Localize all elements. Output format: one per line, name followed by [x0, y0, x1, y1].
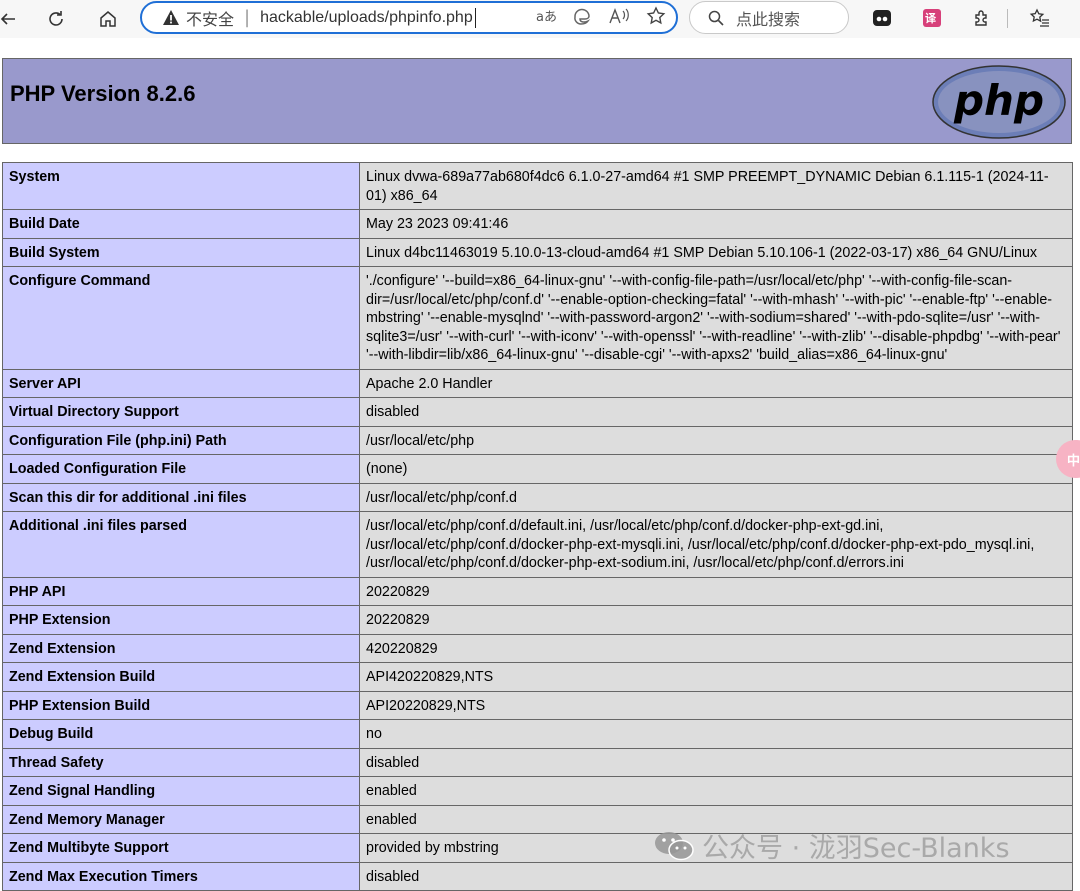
row-value: (none) [359, 454, 1073, 484]
refresh-icon[interactable] [42, 5, 70, 33]
side-tab-label: 中 [1067, 453, 1080, 469]
row-key: Build Date [2, 209, 360, 239]
row-key: Zend Max Execution Timers [2, 861, 360, 891]
search-icon [708, 10, 724, 26]
back-arrow-icon[interactable] [0, 5, 22, 33]
table-row: Configuration File (php.ini) Path/usr/lo… [2, 425, 1073, 455]
row-key: Server API [2, 368, 360, 398]
table-row: System Linux dvwa-689a77ab680f4dc6 6.1.0-… [2, 162, 1073, 210]
row-key: PHP API [2, 576, 360, 606]
row-value: Linux dvwa-689a77ab680f4dc6 6.1.0-27-amd… [359, 162, 1073, 210]
row-key: Zend Multibyte Support [2, 833, 360, 863]
row-value: 20220829 [359, 576, 1073, 606]
extension-mask-icon[interactable] [870, 6, 894, 30]
wechat-icon [655, 831, 694, 860]
row-value: 20220829 [359, 605, 1073, 635]
php-header-bar: PHP Version 8.2.6 php [2, 58, 1072, 144]
row-key: Zend Signal Handling [2, 776, 360, 806]
table-row: PHP Extension 20220829 [2, 605, 1073, 635]
row-key: Additional .ini files parsed [2, 511, 360, 578]
browser-toolbar: 不安全 | hackable/uploads/phpinfo.php aあ 点此… [0, 0, 1080, 38]
favorite-star-icon[interactable] [646, 5, 666, 30]
row-value: /usr/local/etc/php [359, 425, 1073, 455]
row-key: Loaded Configuration File [2, 454, 360, 484]
table-row: Virtual Directory Support disabled [2, 397, 1073, 427]
row-value: Apache 2.0 Handler [359, 368, 1073, 398]
row-value: './configure' '--build=x86_64-linux-gnu'… [359, 266, 1073, 370]
php-logo[interactable]: php [931, 64, 1067, 144]
table-row: Zend Extension Build API420220829,NTS [2, 662, 1073, 692]
row-key: Scan this dir for additional .ini files [2, 482, 360, 512]
read-aloud-icon[interactable]: aあ [536, 8, 557, 28]
row-value: enabled [359, 776, 1073, 806]
table-row: Zend Extension 420220829 [2, 633, 1073, 663]
row-value: Linux d4bc11463019 5.10.0-13-cloud-amd64… [359, 237, 1073, 267]
table-row: PHP API 20220829 [2, 576, 1073, 606]
row-value: no [359, 719, 1073, 749]
row-key: Build System [2, 237, 360, 267]
php-logo-text: php [953, 76, 1044, 125]
table-row: Build System Linux d4bc11463019 5.10.0-13… [2, 237, 1073, 267]
table-row: Configure Command './configure' '--build=… [2, 266, 1073, 370]
home-icon[interactable] [94, 5, 122, 33]
row-key: Configure Command [2, 266, 360, 370]
row-value: May 23 2023 09:41:46 [359, 209, 1073, 239]
translate-icon[interactable]: 译 [920, 6, 944, 30]
warning-icon[interactable] [162, 9, 180, 27]
table-row: Loaded Configuration File (none) [2, 454, 1073, 484]
table-row: Scan this dir for additional .ini files /… [2, 482, 1073, 512]
row-key: Zend Extension [2, 633, 360, 663]
toolbar-divider [1007, 9, 1008, 28]
table-row: Zend Signal Handling enabled [2, 776, 1073, 806]
svg-text:aあ: aあ [536, 10, 556, 24]
watermark-text: 公众号 · 泷羽Sec-Blanks [702, 833, 1010, 864]
edge-icon[interactable] [572, 6, 592, 30]
row-key: Zend Memory Manager [2, 804, 360, 834]
address-separator: | [244, 7, 251, 28]
favorites-list-icon[interactable] [1028, 6, 1052, 30]
table-row: Server API Apache 2.0 Handler [2, 368, 1073, 398]
table-row: PHP Extension Build API20220829,NTS [2, 690, 1073, 720]
table-row: Debug Build no [2, 719, 1073, 749]
table-row: Thread Safety disabled [2, 747, 1073, 777]
table-row: Additional .ini files parsed/usr/local/e… [2, 511, 1073, 578]
svg-text:译: 译 [925, 12, 937, 25]
row-value: 420220829 [359, 633, 1073, 663]
extensions-icon[interactable] [970, 6, 994, 30]
watermark: 公众号 · 泷羽Sec-Blanks [652, 826, 1010, 865]
row-key: Zend Extension Build [2, 662, 360, 692]
row-key: PHP Extension [2, 605, 360, 635]
url-text[interactable]: hackable/uploads/phpinfo.php [260, 9, 473, 27]
text-caret [474, 7, 476, 28]
search-box[interactable]: 点此搜索 [689, 1, 849, 34]
row-value: API420220829,NTS [359, 662, 1073, 692]
row-key: Debug Build [2, 719, 360, 749]
table-row: Zend Max Execution Timers disabled [2, 861, 1073, 891]
address-actions: aあ [536, 3, 666, 32]
address-bar[interactable]: 不安全 | hackable/uploads/phpinfo.php aあ [140, 1, 678, 34]
row-key: Virtual Directory Support [2, 397, 360, 427]
row-value: disabled [359, 397, 1073, 427]
insecure-label[interactable]: 不安全 [186, 6, 234, 30]
search-placeholder[interactable]: 点此搜索 [736, 6, 800, 30]
row-value: /usr/local/etc/php/conf.d/default.ini, /… [359, 511, 1073, 578]
row-key: Configuration File (php.ini) Path [2, 425, 360, 455]
row-key: Thread Safety [2, 747, 360, 777]
table-row: Build Date May 23 2023 09:41:46 [2, 209, 1073, 239]
row-key: System [2, 162, 360, 210]
row-value: disabled [359, 861, 1073, 891]
page-title: PHP Version 8.2.6 [10, 81, 196, 106]
row-value: API20220829,NTS [359, 690, 1073, 720]
text-size-icon[interactable] [608, 7, 630, 29]
row-value: disabled [359, 747, 1073, 777]
row-key: PHP Extension Build [2, 690, 360, 720]
php-info-table: System Linux dvwa-689a77ab680f4dc6 6.1.0-… [2, 162, 1073, 891]
row-value: /usr/local/etc/php/conf.d [359, 482, 1073, 512]
